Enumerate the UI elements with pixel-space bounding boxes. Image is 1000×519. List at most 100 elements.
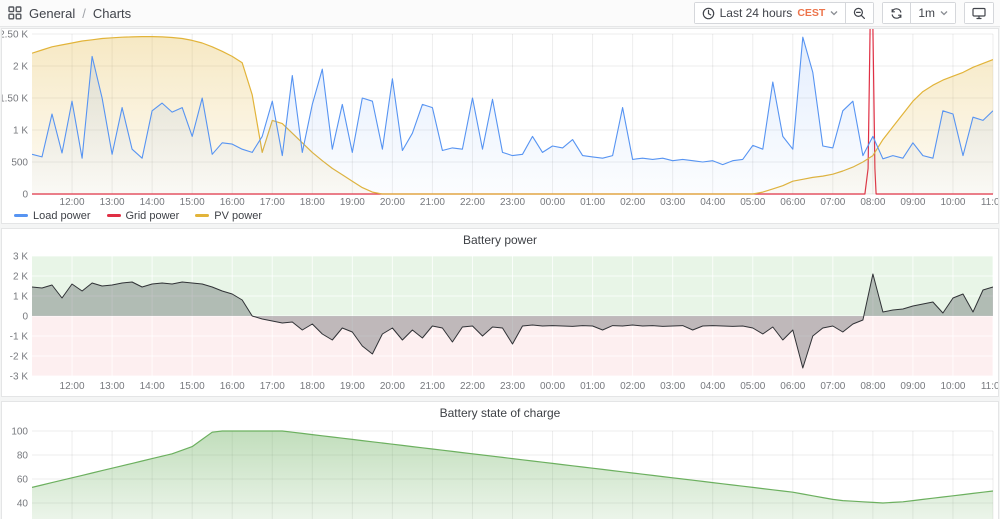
y-tick-label: 500: [11, 158, 28, 169]
x-tick-label: 08:00: [860, 197, 885, 207]
legend-item-grid-power[interactable]: Grid power: [106, 209, 180, 222]
x-tick-label: 01:00: [580, 381, 605, 392]
x-tick-label: 22:00: [460, 381, 485, 392]
x-tick-label: 19:00: [340, 381, 365, 392]
refresh-icon: [890, 7, 903, 20]
y-tick-label: -3 K: [10, 372, 29, 383]
battery-power-plot[interactable]: 12:00 13:00 14:00 15:00 16:00 17:00 18:00 19:00…: [2, 250, 998, 394]
x-tick-label: 08:00: [860, 381, 885, 392]
time-controls-group: Last 24 hours CEST: [693, 2, 875, 24]
legend-item-pv-power[interactable]: PV power: [195, 210, 262, 222]
power-chart-legend: Load power Grid power PV power: [2, 207, 998, 224]
x-tick-label: 21:00: [420, 381, 445, 392]
breadcrumb: General / Charts: [8, 6, 131, 21]
y-tick-label: 0: [22, 312, 28, 323]
panel-title[interactable]: Battery power: [2, 229, 998, 250]
grid-icon[interactable]: [8, 6, 22, 20]
x-tick-label: 23:00: [500, 381, 525, 392]
y-tick-label: -1 K: [10, 332, 29, 343]
load-power-swatch: [14, 214, 28, 217]
x-tick-label: 03:00: [660, 197, 685, 207]
y-tick-label: 100: [11, 427, 28, 438]
x-tick-label: 22:00: [460, 197, 485, 207]
clock-icon: [702, 7, 715, 20]
x-tick-label: 02:00: [620, 197, 645, 207]
x-tick-label: 20:00: [380, 381, 405, 392]
x-tick-label: 07:00: [820, 197, 845, 207]
x-tick-label: 10:00: [940, 197, 965, 207]
x-tick-label: 17:00: [260, 197, 285, 207]
x-tick-label: 09:00: [900, 197, 925, 207]
x-tick-label: 04:00: [700, 381, 725, 392]
x-tick-label: 12:00: [60, 381, 85, 392]
x-tick-label: 14:00: [140, 381, 165, 392]
y-tick-label: 60: [17, 475, 29, 486]
y-tick-label: -2 K: [10, 352, 29, 363]
x-tick-label: 01:00: [580, 197, 605, 207]
navbar-controls: Last 24 hours CEST 1m: [693, 2, 994, 24]
y-tick-label: 2 K: [13, 62, 28, 73]
x-tick-label: 09:00: [900, 381, 925, 392]
refresh-interval-dropdown[interactable]: 1m: [910, 3, 955, 23]
x-tick-label: 15:00: [180, 197, 205, 207]
chevron-down-icon: [830, 9, 838, 17]
zoom-out-button[interactable]: [845, 3, 874, 23]
power-chart-plot[interactable]: 12:00 13:00 14:00 15:00 16:00 17:00 18:00 19:00…: [2, 29, 998, 207]
legend-label: Grid power: [125, 209, 180, 222]
x-tick-label: 05:00: [740, 381, 765, 392]
x-tick-label: 15:00: [180, 381, 205, 392]
x-tick-label: 16:00: [220, 197, 245, 207]
x-tick-label: 12:00: [60, 197, 85, 207]
breadcrumb-separator: /: [82, 5, 86, 21]
legend-item-load-power[interactable]: Load power: [14, 210, 91, 222]
magnifier-minus-icon: [853, 7, 866, 20]
kiosk-mode-button[interactable]: [965, 3, 993, 23]
x-tick-label: 07:00: [820, 381, 845, 392]
x-tick-label: 10:00: [940, 381, 965, 392]
x-tick-label: 18:00: [300, 197, 325, 207]
breadcrumb-page[interactable]: Charts: [93, 6, 131, 21]
panel-battery-soc: Battery state of charge 100 80 60 40: [1, 401, 999, 519]
navbar: General / Charts Last 24 hours CEST 1m: [0, 0, 1000, 27]
x-tick-label: 13:00: [100, 381, 125, 392]
pv-power-swatch: [195, 214, 210, 217]
x-tick-label: 06:00: [780, 197, 805, 207]
y-tick-label: 2.50 K: [2, 30, 28, 41]
x-tick-label: 21:00: [420, 197, 445, 207]
legend-label: PV power: [214, 209, 262, 222]
battery-soc-plot[interactable]: 100 80 60 40: [2, 423, 998, 519]
refresh-interval-label: 1m: [918, 6, 935, 20]
kiosk-group: [964, 2, 994, 24]
monitor-icon: [972, 7, 986, 20]
x-tick-label: 20:00: [380, 197, 405, 207]
x-tick-label: 04:00: [700, 197, 725, 207]
x-tick-label: 16:00: [220, 381, 245, 392]
time-range-picker[interactable]: Last 24 hours CEST: [694, 3, 846, 23]
chevron-down-icon: [940, 9, 948, 17]
y-tick-label: 1 K: [13, 126, 28, 137]
x-tick-label: 13:00: [100, 197, 125, 207]
panel-title[interactable]: Battery state of charge: [2, 402, 998, 423]
grid-power-swatch: [106, 214, 121, 217]
x-tick-label: 02:00: [620, 381, 645, 392]
refresh-button[interactable]: [883, 3, 911, 23]
y-tick-label: 1.50 K: [2, 94, 28, 105]
y-tick-label: 3 K: [13, 252, 28, 263]
x-tick-label: 06:00: [780, 381, 805, 392]
refresh-group: 1m: [882, 2, 956, 24]
y-tick-label: 40: [17, 499, 29, 510]
panel-battery-power: Battery power 12:00 13:00 14:00 15:00 16:00 1…: [1, 228, 999, 397]
time-range-label: Last 24 hours: [719, 6, 793, 20]
x-tick-label: 00:00: [540, 197, 565, 207]
x-tick-label: 18:00: [300, 381, 325, 392]
x-tick-label: 17:00: [260, 381, 285, 392]
y-tick-label: 2 K: [13, 272, 28, 283]
timezone-label: CEST: [797, 7, 826, 19]
x-tick-label: 19:00: [340, 197, 365, 207]
y-tick-label: 80: [17, 451, 29, 462]
x-tick-label: 11:00: [981, 381, 998, 392]
breadcrumb-section[interactable]: General: [29, 6, 75, 21]
x-tick-label: 00:00: [540, 381, 565, 392]
x-tick-label: 05:00: [740, 197, 765, 207]
x-tick-label: 14:00: [140, 197, 165, 207]
